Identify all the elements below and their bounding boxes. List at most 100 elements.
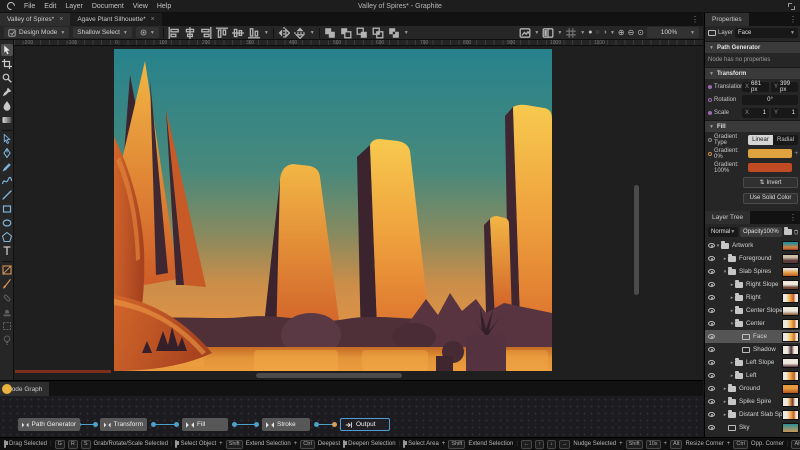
- opacity-slider[interactable]: Opacity 100%: [740, 227, 782, 237]
- tool-spline[interactable]: [1, 175, 13, 187]
- layer-row-artwork[interactable]: ▾ Artwork: [705, 239, 800, 252]
- gradient-radial-button[interactable]: Radial: [773, 134, 798, 145]
- layer-row-slab-spires[interactable]: ▾ Slab Spires: [705, 265, 800, 278]
- node-output-port[interactable]: [232, 422, 237, 427]
- tool-gradient[interactable]: [1, 114, 13, 126]
- input-port-icon[interactable]: [708, 97, 712, 102]
- gradient-stop100-swatch[interactable]: [748, 163, 793, 172]
- design-mode-dropdown[interactable]: Design Mode ▼: [4, 27, 70, 38]
- layer-row-center-slope[interactable]: ▸ Center Slope: [705, 304, 800, 317]
- vertical-scrollbar[interactable]: [634, 185, 639, 295]
- visibility-eye-icon[interactable]: [708, 425, 715, 430]
- tool-frame[interactable]: [1, 264, 13, 276]
- tool-text[interactable]: [1, 245, 13, 257]
- zoom-in-icon[interactable]: ⊕: [618, 28, 625, 37]
- scale-x-field[interactable]: X1: [742, 107, 769, 118]
- visibility-eye-icon[interactable]: [708, 399, 715, 404]
- node-input-port[interactable]: [93, 422, 98, 427]
- tool-ellipse[interactable]: [1, 217, 13, 229]
- boolean-difference-icon[interactable]: [388, 27, 400, 38]
- align-horizontal-center-icon[interactable]: [184, 26, 196, 39]
- blend-mode-dropdown[interactable]: Normal ▼: [708, 227, 738, 237]
- tool-path[interactable]: [1, 133, 13, 145]
- section-path-generator[interactable]: ▼ Path Generator: [705, 41, 800, 53]
- delete-layer-icon[interactable]: [794, 228, 798, 236]
- menu-layer[interactable]: Layer: [65, 3, 83, 10]
- primary-color-swatch[interactable]: [2, 384, 12, 394]
- tool-shape[interactable]: [1, 231, 13, 243]
- view-mode-normal-icon[interactable]: ●: [588, 29, 592, 36]
- tab-agave-plant-silhouette[interactable]: Agave Plant Silhouette* ×: [70, 13, 162, 26]
- tab-valley-of-spires[interactable]: Valley of Spires* ×: [0, 13, 71, 26]
- selection-mode-dropdown[interactable]: Shallow Select ▼: [73, 27, 132, 38]
- node-graph-canvas[interactable]: Path Generator Transform Fill Stroke Out…: [0, 396, 703, 438]
- layer-row-left-slope[interactable]: ▸ Left Slope: [705, 356, 800, 369]
- align-bottom-icon[interactable]: [247, 27, 260, 38]
- align-right-icon[interactable]: [200, 26, 212, 39]
- section-transform[interactable]: ▼ Transform: [705, 67, 800, 79]
- tool-rectangle[interactable]: [1, 203, 13, 215]
- input-port-icon[interactable]: [708, 137, 712, 142]
- align-top-icon[interactable]: [215, 27, 228, 38]
- layer-name-dropdown[interactable]: Face ▼: [735, 28, 798, 38]
- visibility-eye-icon[interactable]: [708, 269, 715, 274]
- add-stop-button[interactable]: +: [794, 151, 798, 157]
- new-folder-icon[interactable]: [783, 227, 792, 235]
- menu-view[interactable]: View: [133, 3, 148, 10]
- chevron-down-icon[interactable]: ▼: [580, 30, 585, 36]
- tool-brush[interactable]: [1, 278, 13, 290]
- layer-row-center[interactable]: ▾ Center: [705, 317, 800, 330]
- tab-properties[interactable]: Properties: [705, 13, 749, 26]
- chevron-down-icon[interactable]: ▼: [534, 30, 539, 36]
- node-path-generator[interactable]: Path Generator: [18, 418, 80, 431]
- node-input-port[interactable]: [332, 422, 337, 427]
- tab-bar-menu-icon[interactable]: ⋮: [687, 15, 703, 24]
- snapping-grid-icon[interactable]: [565, 27, 577, 38]
- align-vertical-center-icon[interactable]: [231, 27, 244, 38]
- visibility-eye-icon[interactable]: [708, 243, 715, 248]
- fullscreen-icon[interactable]: [788, 3, 795, 10]
- section-fill[interactable]: ▼ Fill: [705, 120, 800, 132]
- node-output-port[interactable]: [151, 422, 156, 427]
- gradient-stop0-swatch[interactable]: [748, 149, 793, 158]
- panel-menu-icon[interactable]: ⋮: [785, 213, 800, 222]
- layer-row-right-slope[interactable]: ▸ Right Slope: [705, 278, 800, 291]
- layer-row-spike-spire[interactable]: ▸ Spike Spire: [705, 395, 800, 408]
- input-port-icon[interactable]: [708, 151, 712, 156]
- align-options-chevron-icon[interactable]: ▼: [264, 30, 269, 36]
- node-output-port[interactable]: [314, 422, 319, 427]
- artboard-overlay-icon[interactable]: [519, 27, 531, 38]
- visibility-eye-icon[interactable]: [708, 321, 715, 326]
- boolean-union-icon[interactable]: [324, 27, 336, 38]
- visibility-eye-icon[interactable]: [708, 373, 715, 378]
- layer-row-sky[interactable]: Sky: [705, 421, 800, 434]
- graphite-logo-icon[interactable]: [5, 0, 17, 12]
- menu-file[interactable]: File: [24, 3, 35, 10]
- visibility-eye-icon[interactable]: [708, 256, 715, 261]
- gradient-linear-button[interactable]: Linear: [748, 134, 773, 145]
- node-input-port[interactable]: [174, 422, 179, 427]
- tab-layer-tree[interactable]: Layer Tree: [705, 211, 751, 224]
- use-solid-color-button[interactable]: Use Solid Color: [743, 192, 798, 204]
- visibility-eye-icon[interactable]: [708, 360, 715, 365]
- tool-clone[interactable]: [1, 306, 13, 318]
- layer-row-right[interactable]: ▸ Right: [705, 291, 800, 304]
- canvas-viewport[interactable]: [14, 46, 703, 380]
- view-mode-outline-icon[interactable]: ○: [595, 29, 599, 36]
- visibility-eye-icon[interactable]: [708, 347, 715, 352]
- layer-row-face[interactable]: Face: [705, 330, 800, 343]
- tool-artboard[interactable]: [1, 58, 13, 70]
- tool-navigate[interactable]: [1, 72, 13, 84]
- input-port-icon[interactable]: [708, 84, 712, 89]
- node-output[interactable]: Output: [340, 418, 390, 431]
- translation-y-field[interactable]: Y 399 px: [771, 81, 798, 93]
- tool-select[interactable]: [1, 44, 13, 56]
- zoom-reset-icon[interactable]: ⊙: [637, 28, 644, 37]
- tool-line[interactable]: [1, 189, 13, 201]
- tool-heal[interactable]: [1, 292, 13, 304]
- menu-edit[interactable]: Edit: [44, 3, 56, 10]
- menu-document[interactable]: Document: [92, 3, 124, 10]
- tool-relight[interactable]: [1, 334, 13, 346]
- tool-patch[interactable]: [1, 320, 13, 332]
- input-port-icon[interactable]: [708, 110, 712, 115]
